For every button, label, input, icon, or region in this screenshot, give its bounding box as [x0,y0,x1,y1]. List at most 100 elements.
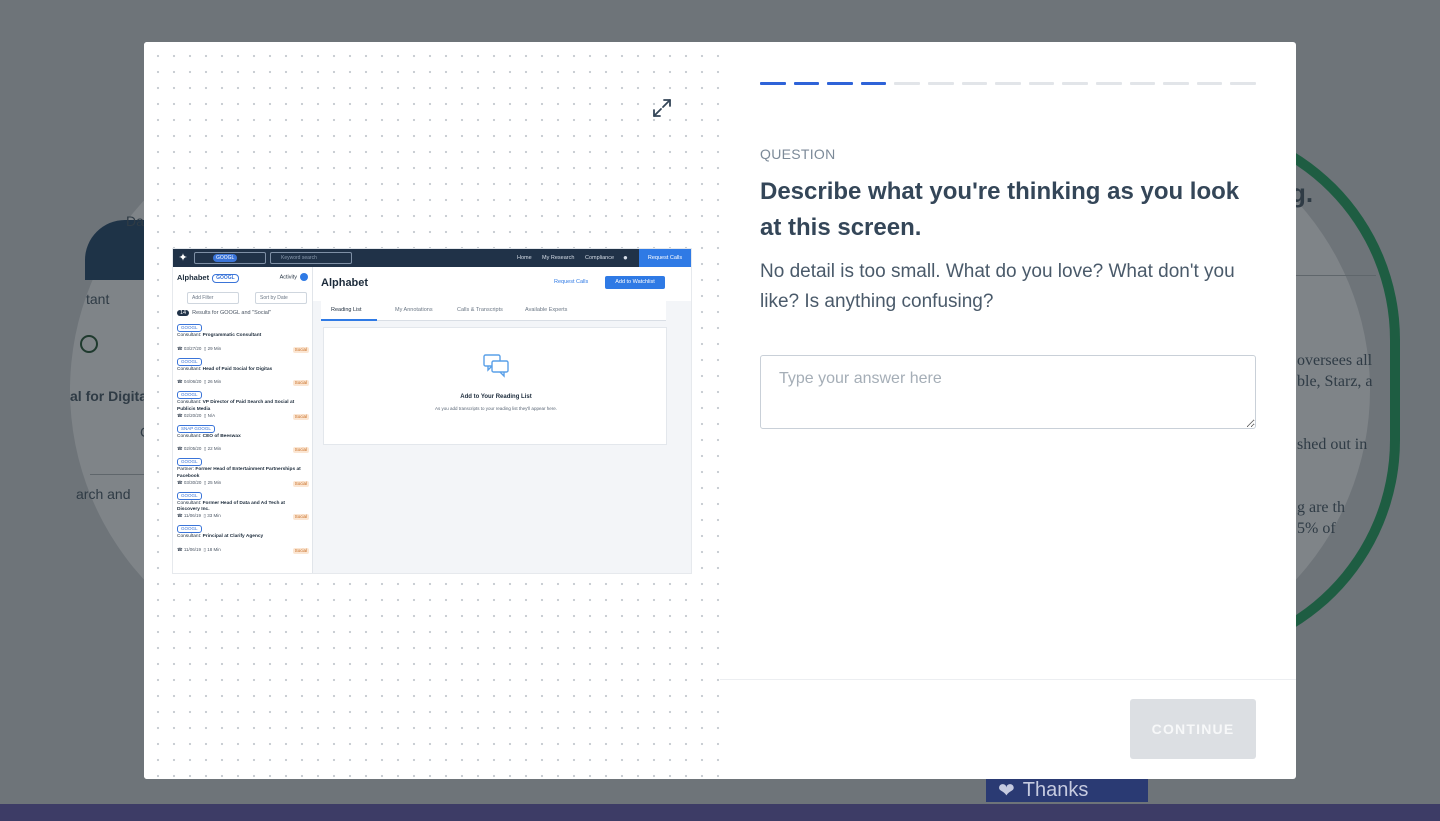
sidebar-title-tag: GOOGL [212,273,239,283]
footer-divider [720,679,1296,680]
progress-segment [995,82,1021,85]
progress-segment [793,82,820,85]
preview-screenshot[interactable]: ✦ GOOGL Keyword search Home My Research … [173,249,691,573]
add-watchlist-button: Add to Watchlist [605,276,665,289]
question-modal: ✦ GOOGL Keyword search Home My Research … [144,42,1296,779]
progress-segment [1095,82,1122,85]
progress-segment [1062,82,1088,85]
tab-reading-list: Reading List [331,307,362,313]
sidebar-title: Alphabet GOOGL [177,273,239,283]
runner-logo-icon: ✦ [178,252,188,264]
transcript-meta: ☎ 02/20/20 ▯ N/A [177,412,216,418]
transcript-name: Consultant: CEO of Beeswax [177,433,241,439]
empty-subtitle: As you add transcripts to your reading l… [435,406,557,411]
transcript-meta: ☎ 03/30/20 ▯ 25 Min [177,479,222,485]
progress-segment [1163,82,1189,85]
transcript-item: GOOGL Partner: Former Head of Entertainme… [177,458,309,492]
answer-textarea[interactable] [760,355,1256,429]
transcript-name: Partner: Former Head of Entertainment Pa… [177,467,301,479]
activity-toggle: Activity [280,273,308,281]
nav-home: Home [517,255,532,261]
bg-text-oversees: oversees all [1297,352,1373,369]
transcript-tag: GOOGL [177,324,202,332]
screenshot-topbar: ✦ GOOGL Keyword search Home My Research … [173,249,691,267]
bg-divider-right [1296,275,1376,276]
transcript-meta: ☎ 11/06/19 ▯ 18 Min [177,546,221,552]
bg-text-pct: 5% of [1297,520,1336,537]
transcript-meta: ☎ 04/06/20 ▯ 26 Min [177,379,222,384]
transcript-meta: ☎ 11/06/19 ▯ 33 Min [177,513,221,518]
progress-segment [1129,82,1156,85]
transcript-tag: SNAP GOOGL [177,424,215,433]
transcript-name: Consultant: Principal at Clarify Agency [177,534,264,539]
sort-dropdown: Sort by Date [255,292,307,304]
transcript-badge: Social [292,514,309,520]
bg-text-tant: tant [86,291,110,307]
bg-text-gare: g are th [1297,499,1345,516]
transcript-item: GOOGL Consultant: Principal at Clarify Ag… [177,525,309,559]
nav-my-research: My Research [542,255,575,261]
transcript-tag: GOOGL [177,391,202,399]
transcript-name: Consultant: Former Head of Data and Ad T… [177,500,285,513]
user-icon: ● [623,253,628,262]
check-circle-icon [80,335,98,353]
progress-segment [860,82,887,85]
progress-segment [1196,82,1223,85]
tab-calls: Calls & Transcripts [457,307,503,313]
activity-label: Activity [279,274,297,281]
transcript-badge: Social [292,413,309,420]
progress-indicator [760,82,1256,85]
progress-segment [1230,82,1256,85]
transcript-tag: GOOGL [177,525,202,533]
main-title: Alphabet [321,277,369,289]
bg-text-starz: ble, Starz, a [1297,373,1373,390]
continue-button[interactable]: CONTINUE [1130,699,1256,759]
progress-segment [1028,82,1055,85]
screenshot-request-calls: Request Calls [639,249,691,267]
progress-segment [760,82,786,85]
transcript-name: Consultant: VP Director of Paid Search a… [177,400,295,412]
question-label: QUESTION [760,146,836,162]
heart-icon: ❤ [998,779,1015,802]
transcript-badge: Social [292,346,309,353]
progress-segment [961,82,988,85]
screenshot-main: Alphabet Request Calls Add to Watchlist … [313,267,691,573]
chat-bubbles-icon [483,354,509,378]
progress-segment [827,82,853,85]
activity-dot-icon [300,273,308,281]
transcript-item: GOOGL Consultant: Former Head of Data and… [177,491,309,526]
question-title: Describe what you're thinking as you loo… [760,178,1240,241]
thanks-label: Thanks [1022,778,1089,801]
transcript-badge: Social [292,547,309,554]
screenshot-preview-pane: ✦ GOOGL Keyword search Home My Research … [144,42,720,779]
thanks-button: ❤ Thanks [986,778,1148,802]
transcript-tag: GOOGL [177,458,202,466]
bg-text-shed: shed out in [1297,436,1368,453]
transcript-item: GOOGL Consultant: VP Director of Paid Sea… [177,391,309,425]
bottom-bar [0,804,1440,821]
company-filter: GOOGL [194,252,266,264]
transcript-name: Consultant: Head of Paid Social for Digi… [177,366,273,372]
expand-icon[interactable] [650,96,674,120]
company-tag: GOOGL [213,254,238,262]
transcript-meta: ☎ 03/27/20 ▯ 29 Min [177,345,222,351]
sidebar-title-text: Alphabet [177,273,210,282]
transcript-item: GOOGL Consultant: Programmatic Consultant… [177,324,309,358]
bg-text-digitas: al for Digitas [70,388,155,404]
transcript-badge: Social [292,480,309,487]
transcript-badge: Social [292,380,309,386]
bg-divider [90,474,150,475]
main-tabs: Reading List My Annotations Calls & Tran… [321,301,666,321]
transcript-tag: GOOGL [177,357,202,366]
empty-title: Add to Your Reading List [460,394,532,400]
transcript-list: GOOGL Consultant: Programmatic Consultant… [177,324,309,559]
progress-segment [894,82,920,85]
transcript-name: Consultant: Programmatic Consultant [177,333,262,338]
results-summary: 14 Results for GOOGL and "Social" [177,310,271,316]
results-text: Results for GOOGL and "Social" [192,310,272,316]
transcript-meta: ☎ 02/05/20 ▯ 22 Min [177,446,222,451]
transcript-badge: Social [292,447,309,453]
tab-experts: Available Experts [525,307,568,313]
active-tab-underline [321,319,377,321]
main-request-calls: Request Calls [554,279,589,285]
